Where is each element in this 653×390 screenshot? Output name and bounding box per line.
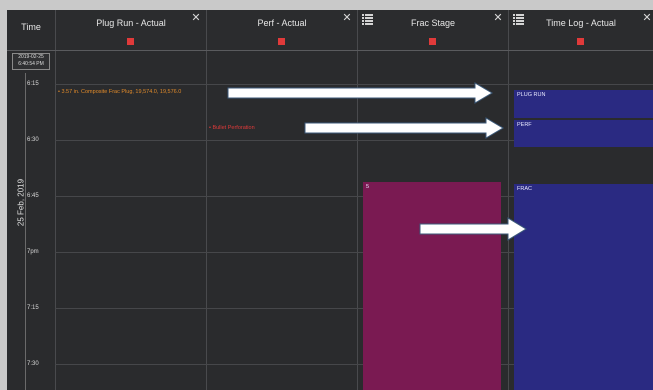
frac-stage-label: 5 — [366, 184, 370, 190]
time-label-715: 7:15 — [27, 305, 39, 311]
time-log-label: PERF — [517, 122, 532, 128]
time-log-block-plug-run[interactable]: PLUG RUN — [514, 90, 653, 118]
arrow-right-icon — [304, 117, 504, 139]
time-label-615: 6:15 — [27, 81, 39, 87]
time-label-730: 7:30 — [27, 361, 39, 367]
time-column-title: Time — [21, 22, 41, 32]
time-column-header: Time — [7, 10, 55, 51]
column-frac-stage-title: Frac Stage — [410, 18, 456, 28]
close-icon[interactable]: ✕ — [642, 13, 652, 24]
current-time: 6:40:54 PM — [18, 61, 44, 67]
close-icon[interactable]: ✕ — [493, 13, 503, 24]
status-marker — [577, 38, 584, 45]
date-side-label: 25 Feb, 2019 — [16, 178, 26, 227]
column-plug-run: Plug Run - Actual ✕ — [56, 10, 207, 390]
plug-run-event[interactable]: • 3.57 in. Composite Frac Plug, 19,574.0… — [58, 89, 181, 95]
close-icon[interactable]: ✕ — [342, 13, 352, 24]
column-plug-run-title: Plug Run - Actual — [96, 18, 166, 28]
current-date-box[interactable]: 2019-02-25 6:40:54 PM — [12, 53, 50, 70]
column-perf: Perf - Actual ✕ — [207, 10, 358, 390]
time-label-645: 6:45 — [27, 193, 39, 199]
time-log-block-frac[interactable]: FRAC — [514, 184, 653, 390]
time-log-label: PLUG RUN — [517, 92, 546, 98]
time-log-block-perf[interactable]: PERF — [514, 120, 653, 147]
frac-stage-block[interactable]: 5 — [363, 182, 501, 390]
time-label-630: 6:30 — [27, 137, 39, 143]
time-label-7pm: 7pm — [27, 249, 39, 255]
arrow-right-icon — [419, 217, 527, 241]
column-plug-run-header: Plug Run - Actual ✕ — [56, 10, 206, 51]
status-marker — [127, 38, 134, 45]
arrow-right-icon — [227, 82, 493, 104]
perforation-event[interactable]: • Bullet Perforation — [209, 125, 255, 131]
column-time-log-header: Time Log - Actual ✕ — [509, 10, 653, 51]
grid-line — [55, 50, 653, 51]
status-marker — [429, 38, 436, 45]
time-column: Time 2019-02-25 6:40:54 PM 25 Feb, 2019 … — [7, 10, 56, 390]
column-time-log-title: Time Log - Actual — [546, 18, 616, 28]
current-date: 2019-02-25 — [18, 54, 44, 60]
close-icon[interactable]: ✕ — [191, 13, 201, 24]
column-frac-stage-header: Frac Stage ✕ — [358, 10, 508, 51]
time-log-label: FRAC — [517, 186, 532, 192]
timeline-app: Time 2019-02-25 6:40:54 PM 25 Feb, 2019 … — [7, 10, 653, 390]
column-perf-title: Perf - Actual — [257, 18, 307, 28]
column-perf-header: Perf - Actual ✕ — [207, 10, 357, 51]
status-marker — [278, 38, 285, 45]
